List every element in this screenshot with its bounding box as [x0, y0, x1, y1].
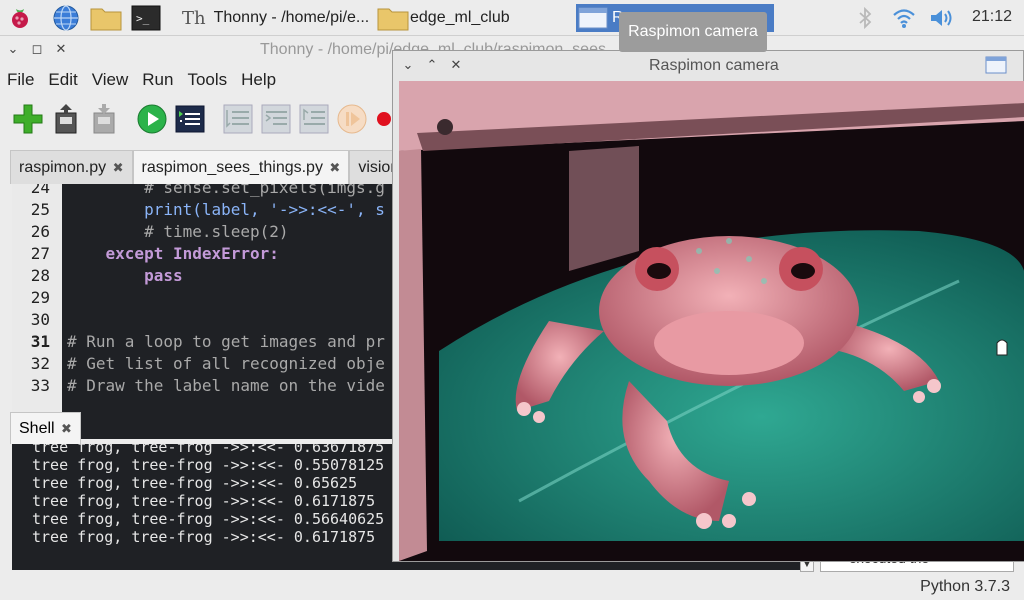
- web-browser-icon[interactable]: [52, 4, 80, 32]
- play-icon: [137, 104, 167, 134]
- code-line: pass: [67, 266, 183, 285]
- plus-icon: [13, 104, 43, 134]
- code-line: print(label, '->>:<<-', s: [67, 200, 385, 219]
- editor-tabs: raspimon.py ✖ raspimon_sees_things.py ✖ …: [10, 150, 405, 185]
- svg-text:>_: >_: [136, 12, 150, 25]
- tab-raspimon[interactable]: raspimon.py ✖: [10, 150, 133, 184]
- menu-file[interactable]: File: [0, 66, 41, 94]
- line-number: 30: [30, 310, 50, 329]
- camera-titlebar[interactable]: ⌄ ⌃ ✕ Raspimon camera: [393, 51, 1023, 79]
- resume-icon: [337, 104, 367, 134]
- volume-icon[interactable]: [928, 4, 956, 32]
- shell-line: tree frog, tree-frog ->>:<<- 0.6171875: [32, 492, 376, 510]
- code-line: # Get list of all recognized obje: [67, 354, 385, 373]
- debug-icon: [175, 105, 205, 133]
- step-into-icon: [261, 104, 291, 134]
- window-icon: [985, 56, 1007, 74]
- shell-line: tree frog, tree-frog ->>:<<- 0.63671875: [32, 444, 385, 456]
- line-number: 28: [30, 266, 50, 285]
- menu-view[interactable]: View: [85, 66, 136, 94]
- raspberry-menu-icon[interactable]: [6, 4, 34, 32]
- tab-shell[interactable]: Shell ✖: [10, 412, 81, 444]
- line-number: 32: [30, 354, 50, 373]
- step-out-icon: [299, 104, 329, 134]
- line-number: 31: [30, 332, 50, 351]
- taskbar-task-folder[interactable]: edge_ml_club: [376, 4, 572, 32]
- close-icon[interactable]: ✖: [329, 160, 340, 175]
- debug-button[interactable]: [174, 102, 206, 136]
- close-icon[interactable]: ✖: [61, 421, 72, 436]
- bluetooth-icon[interactable]: [854, 4, 876, 32]
- close-icon[interactable]: ✕: [447, 56, 465, 74]
- line-number: 29: [30, 288, 50, 307]
- step-over-button[interactable]: [222, 102, 254, 136]
- taskbar: >_ Th Thonny - /home/pi/e... edge_ml_clu…: [0, 0, 1024, 36]
- stop-button[interactable]: [376, 102, 392, 136]
- file-manager-icon[interactable]: [88, 4, 124, 32]
- new-file-button[interactable]: [12, 102, 44, 136]
- step-into-button[interactable]: [260, 102, 292, 136]
- save-file-button[interactable]: [88, 102, 120, 136]
- code-editor[interactable]: 24 # sense.set_pixels(imgs.g 25 print(la…: [12, 184, 402, 439]
- menu-run[interactable]: Run: [135, 66, 180, 94]
- folder-icon: [377, 8, 409, 31]
- stop-icon: [377, 112, 391, 126]
- taskbar-task-thonny[interactable]: Th Thonny - /home/pi/e...: [176, 4, 376, 32]
- tab-label: raspimon.py: [19, 159, 107, 176]
- tab-raspimon-sees-things[interactable]: raspimon_sees_things.py ✖: [132, 150, 350, 185]
- line-number: 25: [30, 200, 50, 219]
- line-number: 26: [30, 222, 50, 241]
- code-line: # Run a loop to get images and pr: [67, 332, 385, 351]
- menu-tools[interactable]: Tools: [180, 66, 234, 94]
- save-icon: [93, 104, 115, 134]
- code-line: except IndexError:: [67, 244, 279, 263]
- menu-help[interactable]: Help: [234, 66, 283, 94]
- chevron-down-icon[interactable]: ⌄: [4, 40, 22, 58]
- wifi-icon[interactable]: [890, 4, 918, 32]
- thonny-icon: Th: [182, 7, 206, 29]
- tab-label: raspimon_sees_things.py: [141, 159, 323, 176]
- shell-line: tree frog, tree-frog ->>:<<- 0.65625: [32, 474, 358, 492]
- chevron-up-icon[interactable]: ⌃: [423, 56, 441, 74]
- line-number: 24: [30, 184, 50, 197]
- camera-image: [399, 81, 1024, 561]
- menubar: File Edit View Run Tools Help: [0, 66, 283, 94]
- line-number: 33: [30, 376, 50, 395]
- terminal-icon[interactable]: >_: [130, 4, 162, 32]
- taskbar-task-label: edge_ml_club: [410, 9, 510, 26]
- step-over-icon: [223, 104, 253, 134]
- clock[interactable]: 21:12: [972, 8, 1012, 26]
- menu-edit[interactable]: Edit: [41, 66, 84, 94]
- open-icon: [55, 104, 77, 134]
- window-icon: [578, 7, 608, 29]
- maximize-icon[interactable]: ◻: [28, 40, 46, 58]
- shell-line: tree frog, tree-frog ->>:<<- 0.56640625: [32, 510, 385, 528]
- camera-window: ⌄ ⌃ ✕ Raspimon camera: [392, 50, 1024, 562]
- camera-window-title: Raspimon camera: [649, 57, 779, 74]
- taskbar-tooltip: Raspimon camera: [619, 12, 767, 52]
- resume-button[interactable]: [336, 102, 368, 136]
- code-line: # time.sleep(2): [67, 222, 289, 241]
- run-button[interactable]: [136, 102, 168, 136]
- shell-line: tree frog, tree-frog ->>:<<- 0.6171875: [32, 528, 376, 546]
- close-icon[interactable]: ✕: [52, 40, 70, 58]
- code-line: # sense.set_pixels(imgs.g: [67, 184, 385, 197]
- status-python-version: Python 3.7.3: [920, 578, 1010, 595]
- taskbar-task-label: Thonny - /home/pi/e...: [213, 9, 370, 26]
- close-icon[interactable]: ✖: [113, 160, 124, 175]
- chevron-down-icon[interactable]: ⌄: [399, 56, 417, 74]
- step-out-button[interactable]: [298, 102, 330, 136]
- camera-feed[interactable]: [399, 81, 1024, 561]
- tab-label: Shell: [19, 420, 55, 437]
- code-line: # Draw the label name on the vide: [67, 376, 385, 395]
- open-file-button[interactable]: [50, 102, 82, 136]
- shell-line: tree frog, tree-frog ->>:<<- 0.55078125: [32, 456, 385, 474]
- line-number: 27: [30, 244, 50, 263]
